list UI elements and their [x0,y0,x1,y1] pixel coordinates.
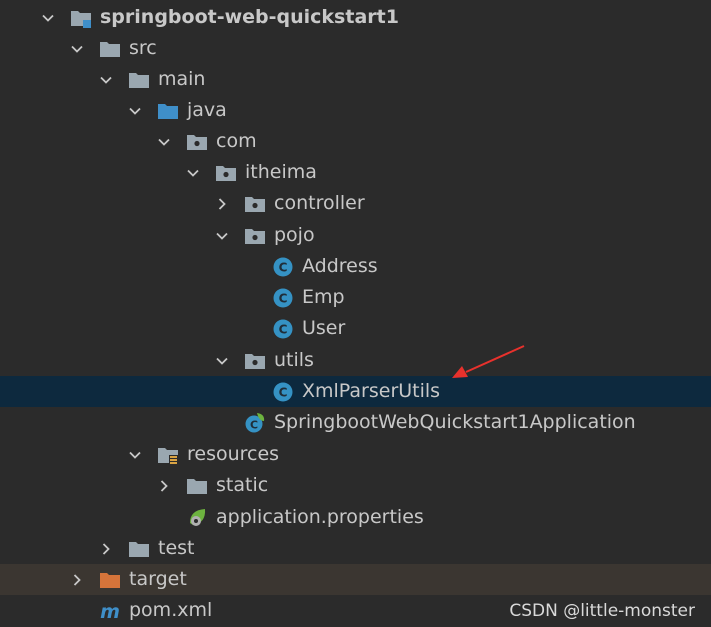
tree-row-src[interactable]: src [0,33,711,64]
package-icon [244,193,266,215]
tree-row-controller[interactable]: controller [0,188,711,219]
tree-row-application-class[interactable]: SpringbootWebQuickstart1Application [0,407,711,438]
tree-row-utils[interactable]: utils [0,345,711,376]
tree-item-label: springboot-web-quickstart1 [100,6,399,28]
class-icon [272,287,294,309]
chevron-right-icon[interactable] [69,564,85,595]
chevron-down-icon[interactable] [214,220,230,251]
chevron-down-icon[interactable] [98,64,114,95]
tree-item-label: static [216,474,269,496]
tree-item-label: com [216,130,257,152]
tree-item-label: test [158,537,195,559]
chevron-right-icon[interactable] [156,470,172,501]
class-icon [272,256,294,278]
tree-row-application-properties[interactable]: application.properties [0,502,711,533]
folder-icon [186,475,208,497]
tree-item-label: target [129,568,187,590]
chevron-down-icon[interactable] [69,33,85,64]
tree-item-label: main [158,68,206,90]
tree-row-xml-parser-utils[interactable]: XmlParserUtils [0,376,711,407]
tree-row-emp[interactable]: Emp [0,282,711,313]
tree-row-test[interactable]: test [0,533,711,564]
tree-row-com[interactable]: com [0,126,711,157]
tree-row-pojo[interactable]: pojo [0,220,711,251]
tree-item-label: XmlParserUtils [302,380,441,402]
tree-item-label: java [187,99,227,121]
tree-item-label: Emp [302,286,345,308]
chevron-down-icon[interactable] [127,439,143,470]
tree-item-label: resources [187,443,280,465]
tree-row-project[interactable]: springboot-web-quickstart1 [0,2,711,33]
tree-row-address[interactable]: Address [0,251,711,282]
project-tree: springboot-web-quickstart1 src main java… [0,0,711,627]
chevron-down-icon[interactable] [40,2,56,33]
spring-boot-class-icon [244,412,266,434]
chevron-down-icon[interactable] [185,157,201,188]
chevron-down-icon[interactable] [214,345,230,376]
folder-icon [99,38,121,60]
chevron-right-icon[interactable] [98,533,114,564]
tree-item-label: src [129,37,157,59]
package-icon [244,350,266,372]
tree-item-label: application.properties [216,506,424,528]
tree-item-label: pom.xml [129,599,213,621]
tree-item-label: Address [302,255,378,277]
excluded-folder-icon [99,569,121,591]
tree-row-user[interactable]: User [0,313,711,344]
spring-properties-icon [186,507,208,529]
tree-row-main[interactable]: main [0,64,711,95]
source-root-folder-icon [157,100,179,122]
resources-root-folder-icon [157,444,179,466]
module-folder-icon [70,7,92,29]
tree-item-label: SpringbootWebQuickstart1Application [274,411,636,433]
chevron-right-icon[interactable] [214,188,230,219]
tree-item-label: controller [274,192,365,214]
class-icon [272,318,294,340]
folder-icon [128,69,150,91]
package-icon [215,162,237,184]
chevron-down-icon[interactable] [156,126,172,157]
watermark: CSDN @little-monster [509,601,695,621]
tree-item-label: itheima [245,161,317,183]
tree-row-target[interactable]: target [0,564,711,595]
maven-icon [99,600,121,622]
tree-row-static[interactable]: static [0,470,711,501]
tree-item-label: utils [274,349,314,371]
package-icon [186,131,208,153]
chevron-down-icon[interactable] [127,95,143,126]
tree-row-resources[interactable]: resources [0,439,711,470]
tree-item-label: pojo [274,224,315,246]
package-icon [244,225,266,247]
tree-item-label: User [302,317,346,339]
tree-row-itheima[interactable]: itheima [0,157,711,188]
folder-icon [128,538,150,560]
tree-row-java[interactable]: java [0,95,711,126]
class-icon [272,381,294,403]
